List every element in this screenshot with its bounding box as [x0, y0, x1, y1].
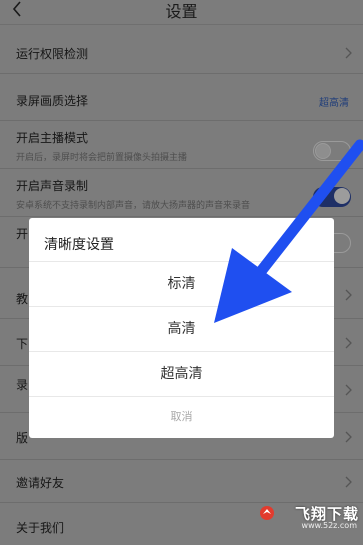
chevron-right-icon [345, 431, 352, 443]
watermark-url: www.52z.com [301, 521, 357, 530]
row-label: 开启声音录制 [16, 179, 89, 193]
cancel-button[interactable]: 取消 [29, 397, 334, 437]
settings-row-run-permission[interactable]: 运行权限检测 [0, 33, 363, 74]
row-description: 开启后，录屏时将会把前置摄像头拍摄主播 [16, 153, 188, 163]
option-high-definition[interactable]: 高清 [29, 307, 334, 351]
row-label: 运行权限检测 [16, 47, 89, 61]
row-label: 录屏画质选择 [16, 94, 89, 108]
watermark: 飞翔下载 www.52z.com [259, 503, 359, 531]
row-description: 安卓系统不支持录制内部声音，请放大扬声器的声音来录音 [16, 201, 251, 211]
quality-dialog: 清晰度设置 标清 高清 超高清 取消 [29, 218, 334, 438]
row-label: 开 [16, 227, 29, 241]
settings-row-screen-quality[interactable]: 录屏画质选择 超高清 [0, 80, 363, 121]
row-label: 录 [16, 378, 29, 392]
row-label: 邀请好友 [16, 476, 65, 490]
settings-row-audio-record: 开启声音录制 安卓系统不支持录制内部声音，请放大扬声器的声音来录音 [0, 171, 363, 217]
chevron-right-icon [345, 384, 352, 396]
settings-row-invite[interactable]: 邀请好友 [0, 462, 363, 503]
dialog-title: 清晰度设置 [44, 237, 114, 253]
watermark-logo-icon [260, 506, 274, 520]
anchor-mode-toggle[interactable] [313, 141, 351, 161]
chevron-right-icon [345, 476, 352, 488]
row-label: 教 [16, 292, 29, 306]
title-bar: 设置 [0, 0, 363, 25]
row-label: 开启主播模式 [16, 131, 89, 145]
toggle-knob [315, 143, 331, 159]
toggle-knob [334, 188, 350, 204]
option-standard-definition[interactable]: 标清 [29, 262, 334, 306]
row-label: 关于我们 [16, 521, 65, 535]
chevron-right-icon [345, 337, 352, 349]
row-label: 版 [16, 431, 29, 445]
page-title: 设置 [165, 2, 198, 21]
chevron-right-icon [345, 47, 352, 59]
option-ultra-high-definition[interactable]: 超高清 [29, 352, 334, 396]
row-label: 下 [16, 337, 29, 351]
quality-value: 超高清 [319, 98, 349, 109]
chevron-right-icon [345, 289, 352, 301]
audio-record-toggle[interactable] [313, 187, 351, 207]
settings-row-anchor-mode: 开启主播模式 开启后，录屏时将会把前置摄像头拍摄主播 [0, 123, 363, 169]
